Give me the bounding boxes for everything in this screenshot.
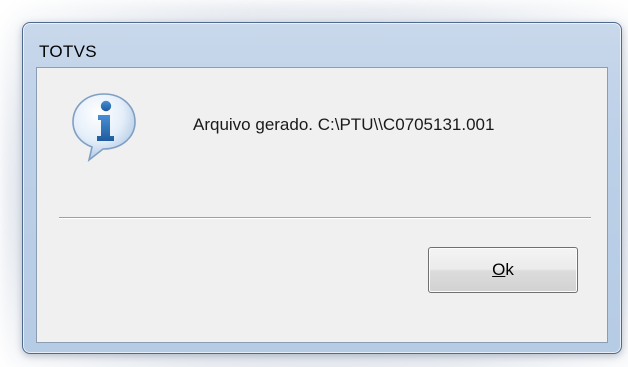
divider bbox=[59, 217, 591, 219]
ok-label-rest: k bbox=[505, 260, 514, 279]
dialog-client-area: Arquivo gerado. C:\PTU\\C0705131.001 Ok bbox=[36, 67, 608, 343]
message-dialog: TOTVS Arquivo gerado. C:\PTU\\C0705131.0… bbox=[22, 22, 622, 354]
ok-button[interactable]: Ok bbox=[428, 247, 578, 293]
dialog-titlebar[interactable]: TOTVS bbox=[23, 23, 621, 67]
ok-button-label: Ok bbox=[492, 260, 514, 280]
dialog-title: TOTVS bbox=[39, 42, 97, 61]
ok-accelerator-key: O bbox=[492, 260, 506, 279]
message-text: Arquivo gerado. C:\PTU\\C0705131.001 bbox=[193, 115, 495, 134]
info-icon bbox=[72, 93, 136, 162]
screenshot-stage: TOTVS Arquivo gerado. C:\PTU\\C0705131.0… bbox=[0, 0, 628, 367]
